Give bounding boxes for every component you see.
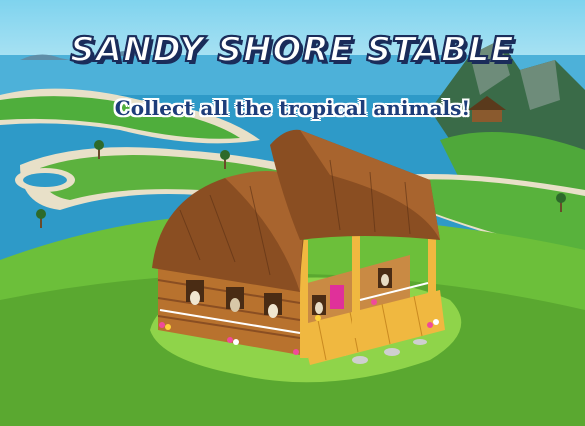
promo-scene: SANDY SHORE STABLE Collect all the tropi…	[0, 0, 585, 426]
banner-title: SANDY SHORE STABLE	[69, 29, 515, 71]
porch-post	[352, 222, 360, 338]
banner-subtitle: Collect all the tropical animals!	[114, 96, 471, 120]
stable-door	[330, 285, 344, 309]
